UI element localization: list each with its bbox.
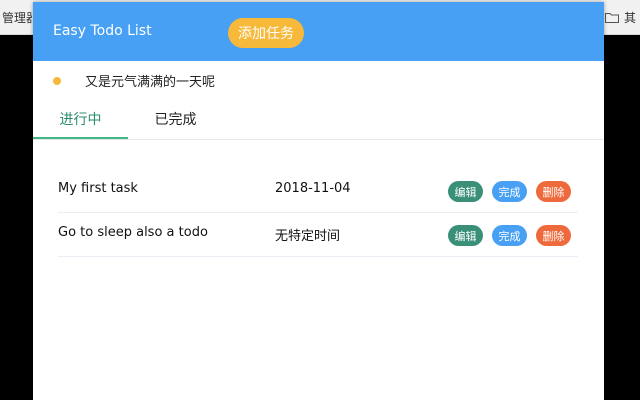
add-task-button[interactable]: 添加任务 xyxy=(228,18,304,48)
task-name: Go to sleep also a todo xyxy=(58,225,208,240)
task-date: 无特定时间 xyxy=(275,229,341,244)
complete-button[interactable]: 完成 xyxy=(492,225,527,246)
task-list: My first task 2018-11-04 编辑 完成 删除 Go to … xyxy=(58,169,578,257)
bookmark-item-manager[interactable]: 管理器 xyxy=(2,9,32,26)
tab-bar: 进行中 已完成 xyxy=(33,102,604,140)
delete-button[interactable]: 删除 xyxy=(536,225,571,246)
app-header: Easy Todo List 添加任务 xyxy=(33,2,604,61)
todo-popup: Easy Todo List 添加任务 又是元气满满的一天呢 进行中 已完成 M… xyxy=(33,2,604,400)
motto: 又是元气满满的一天呢 xyxy=(53,71,215,90)
task-actions: 编辑 完成 删除 xyxy=(448,181,571,202)
status-dot-icon xyxy=(53,76,61,85)
task-date: 2018-11-04 xyxy=(275,181,351,196)
task-actions: 编辑 完成 删除 xyxy=(448,225,571,246)
tab-in-progress[interactable]: 进行中 xyxy=(33,102,128,139)
tab-completed[interactable]: 已完成 xyxy=(128,102,223,139)
complete-button[interactable]: 完成 xyxy=(492,181,527,202)
edit-button[interactable]: 编辑 xyxy=(448,225,483,246)
task-row: Go to sleep also a todo 无特定时间 编辑 完成 删除 xyxy=(58,213,578,257)
task-row: My first task 2018-11-04 编辑 完成 删除 xyxy=(58,169,578,213)
bookmark-folder-other[interactable]: 其 xyxy=(605,9,636,26)
motto-text: 又是元气满满的一天呢 xyxy=(85,75,216,90)
task-name: My first task xyxy=(58,181,138,196)
edit-button[interactable]: 编辑 xyxy=(448,181,483,202)
delete-button[interactable]: 删除 xyxy=(536,181,571,202)
bookmark-folder-label: 其 xyxy=(624,11,637,25)
app-title: Easy Todo List xyxy=(53,23,152,39)
folder-icon xyxy=(605,13,619,23)
